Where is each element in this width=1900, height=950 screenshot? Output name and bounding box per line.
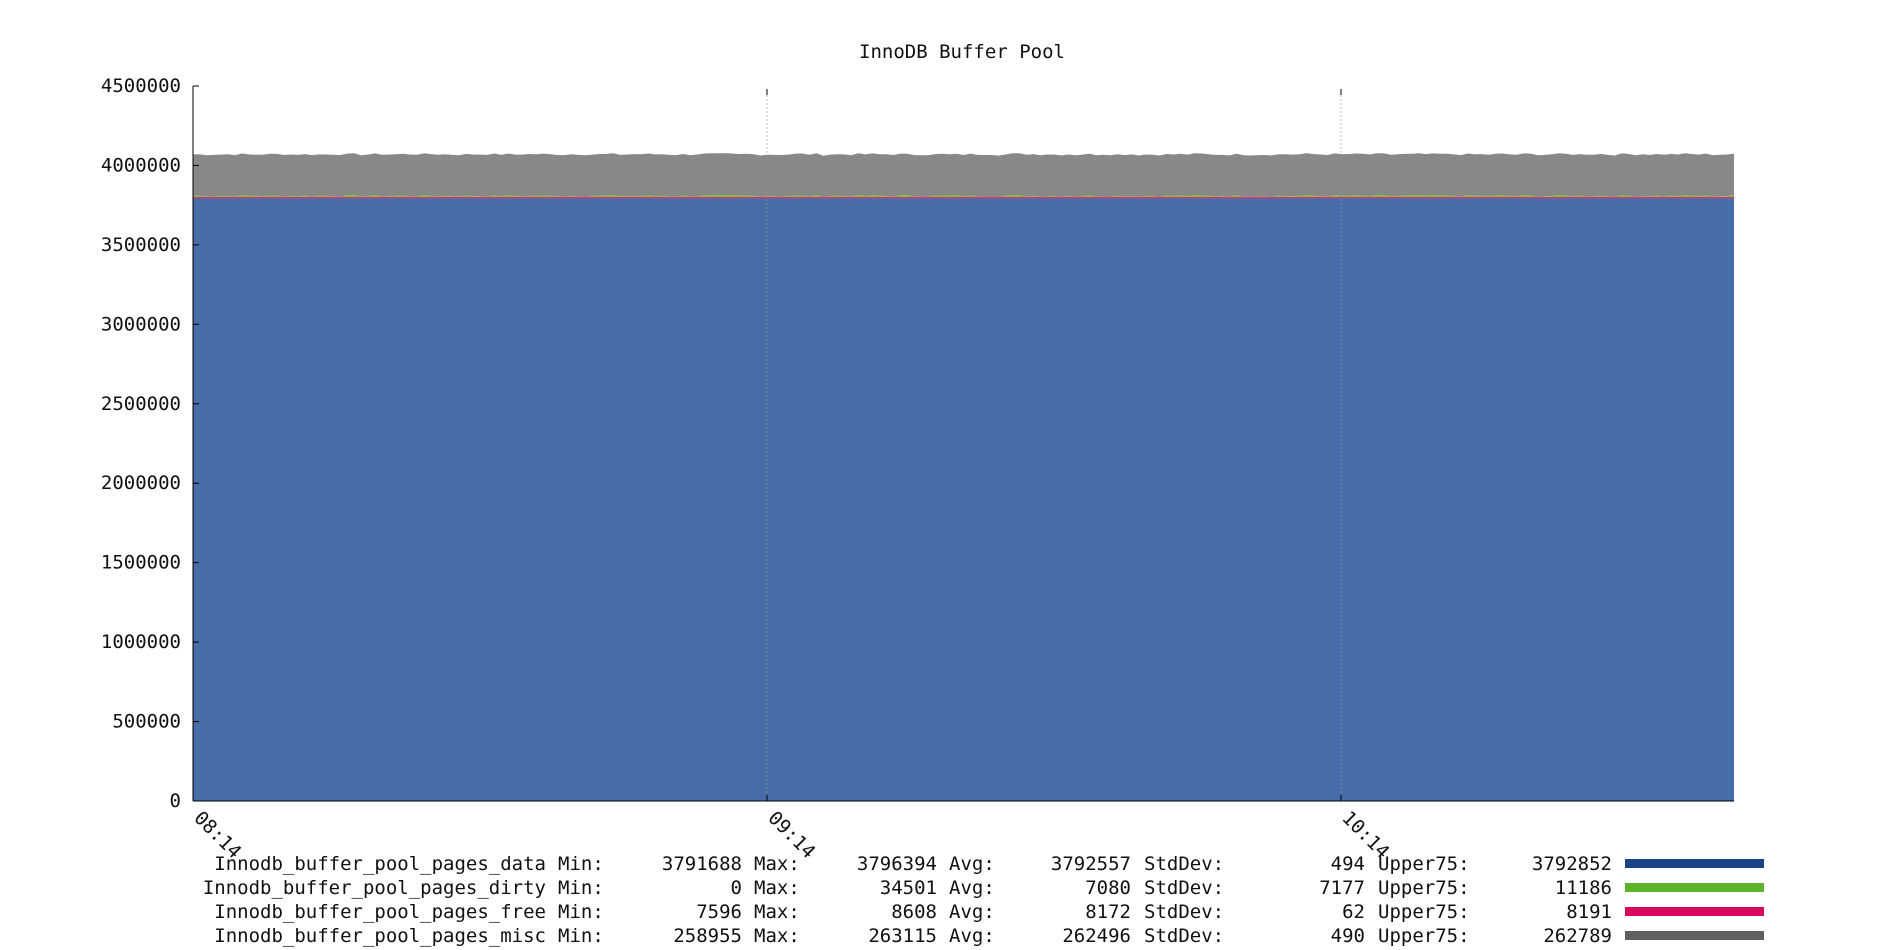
y-tick-label: 2000000 bbox=[101, 472, 181, 494]
legend-swatch bbox=[1625, 907, 1764, 916]
chart: InnoDB Buffer Pool 08:14 09:14 10:14 05000… bbox=[101, 41, 1764, 947]
area-Innodb_buffer_pool_pages_free bbox=[193, 197, 1734, 199]
chart-title: InnoDB Buffer Pool bbox=[859, 41, 1065, 63]
y-tick-label: 1500000 bbox=[101, 552, 181, 574]
legend-avg-value: 262496 bbox=[1062, 925, 1131, 947]
area-Innodb_buffer_pool_pages_misc bbox=[193, 153, 1734, 198]
y-tick-label: 2500000 bbox=[101, 393, 181, 415]
legend-min-value: 7596 bbox=[696, 901, 742, 923]
legend-min-label: Min: bbox=[558, 901, 604, 923]
legend-max-value: 263115 bbox=[868, 925, 937, 947]
legend-avg-value: 7080 bbox=[1085, 877, 1131, 899]
legend-max-label: Max: bbox=[754, 901, 800, 923]
legend-avg-value: 3792557 bbox=[1051, 853, 1131, 875]
plot-areas bbox=[193, 153, 1734, 801]
legend-max-value: 3796394 bbox=[857, 853, 937, 875]
y-tick-label: 4500000 bbox=[101, 75, 181, 97]
legend-series-name: Innodb_buffer_pool_pages_free bbox=[214, 901, 546, 923]
legend-series-name: Innodb_buffer_pool_pages_dirty bbox=[203, 877, 546, 899]
legend-upper75-value: 11186 bbox=[1555, 877, 1612, 899]
legend-max-label: Max: bbox=[754, 925, 800, 947]
legend-stddev-label: StdDev: bbox=[1144, 925, 1224, 947]
legend-max-label: Max: bbox=[754, 877, 800, 899]
legend-stddev-label: StdDev: bbox=[1144, 901, 1224, 923]
y-tick-label: 3500000 bbox=[101, 234, 181, 256]
legend-stddev-value: 494 bbox=[1331, 853, 1365, 875]
legend-upper75-value: 262789 bbox=[1543, 925, 1612, 947]
legend-min-value: 3791688 bbox=[662, 853, 742, 875]
legend-stddev-label: StdDev: bbox=[1144, 853, 1224, 875]
legend-max-label: Max: bbox=[754, 853, 800, 875]
legend-series-name: Innodb_buffer_pool_pages_data bbox=[214, 853, 546, 875]
legend-stddev-value: 62 bbox=[1342, 901, 1365, 923]
legend-min-label: Min: bbox=[558, 877, 604, 899]
legend-swatch bbox=[1625, 931, 1764, 940]
legend-upper75-value: 8191 bbox=[1566, 901, 1612, 923]
legend-avg-value: 8172 bbox=[1085, 901, 1131, 923]
legend-upper75-value: 3792852 bbox=[1532, 853, 1612, 875]
legend-upper75-label: Upper75: bbox=[1378, 925, 1470, 947]
legend-avg-label: Avg: bbox=[949, 877, 995, 899]
y-tick-label: 500000 bbox=[112, 711, 181, 733]
legend-upper75-label: Upper75: bbox=[1378, 901, 1470, 923]
legend-avg-label: Avg: bbox=[949, 853, 995, 875]
legend-avg-label: Avg: bbox=[949, 925, 995, 947]
legend-max-value: 8608 bbox=[891, 901, 937, 923]
y-tick-label: 3000000 bbox=[101, 313, 181, 335]
legend-stddev-value: 7177 bbox=[1319, 877, 1365, 899]
y-tick-label: 0 bbox=[170, 790, 181, 812]
legend-min-value: 0 bbox=[731, 877, 742, 899]
legend-max-value: 34501 bbox=[880, 877, 937, 899]
y-axis: 0 500000 1000000 1500000 2000000 2500000 30000… bbox=[101, 75, 199, 812]
legend-upper75-label: Upper75: bbox=[1378, 853, 1470, 875]
y-tick-label: 4000000 bbox=[101, 154, 181, 176]
legend-series-name: Innodb_buffer_pool_pages_misc bbox=[214, 925, 546, 947]
area-Innodb_buffer_pool_pages_data bbox=[193, 198, 1734, 801]
legend-stddev-value: 490 bbox=[1331, 925, 1365, 947]
legend-swatch bbox=[1625, 883, 1764, 892]
legend-min-value: 258955 bbox=[673, 925, 742, 947]
legend-upper75-label: Upper75: bbox=[1378, 877, 1470, 899]
legend-swatch bbox=[1625, 859, 1764, 868]
y-tick-label: 1000000 bbox=[101, 631, 181, 653]
legend-stddev-label: StdDev: bbox=[1144, 877, 1224, 899]
legend: Innodb_buffer_pool_pages_data Min: 3791688… bbox=[203, 853, 1764, 947]
legend-min-label: Min: bbox=[558, 853, 604, 875]
legend-min-label: Min: bbox=[558, 925, 604, 947]
legend-avg-label: Avg: bbox=[949, 901, 995, 923]
